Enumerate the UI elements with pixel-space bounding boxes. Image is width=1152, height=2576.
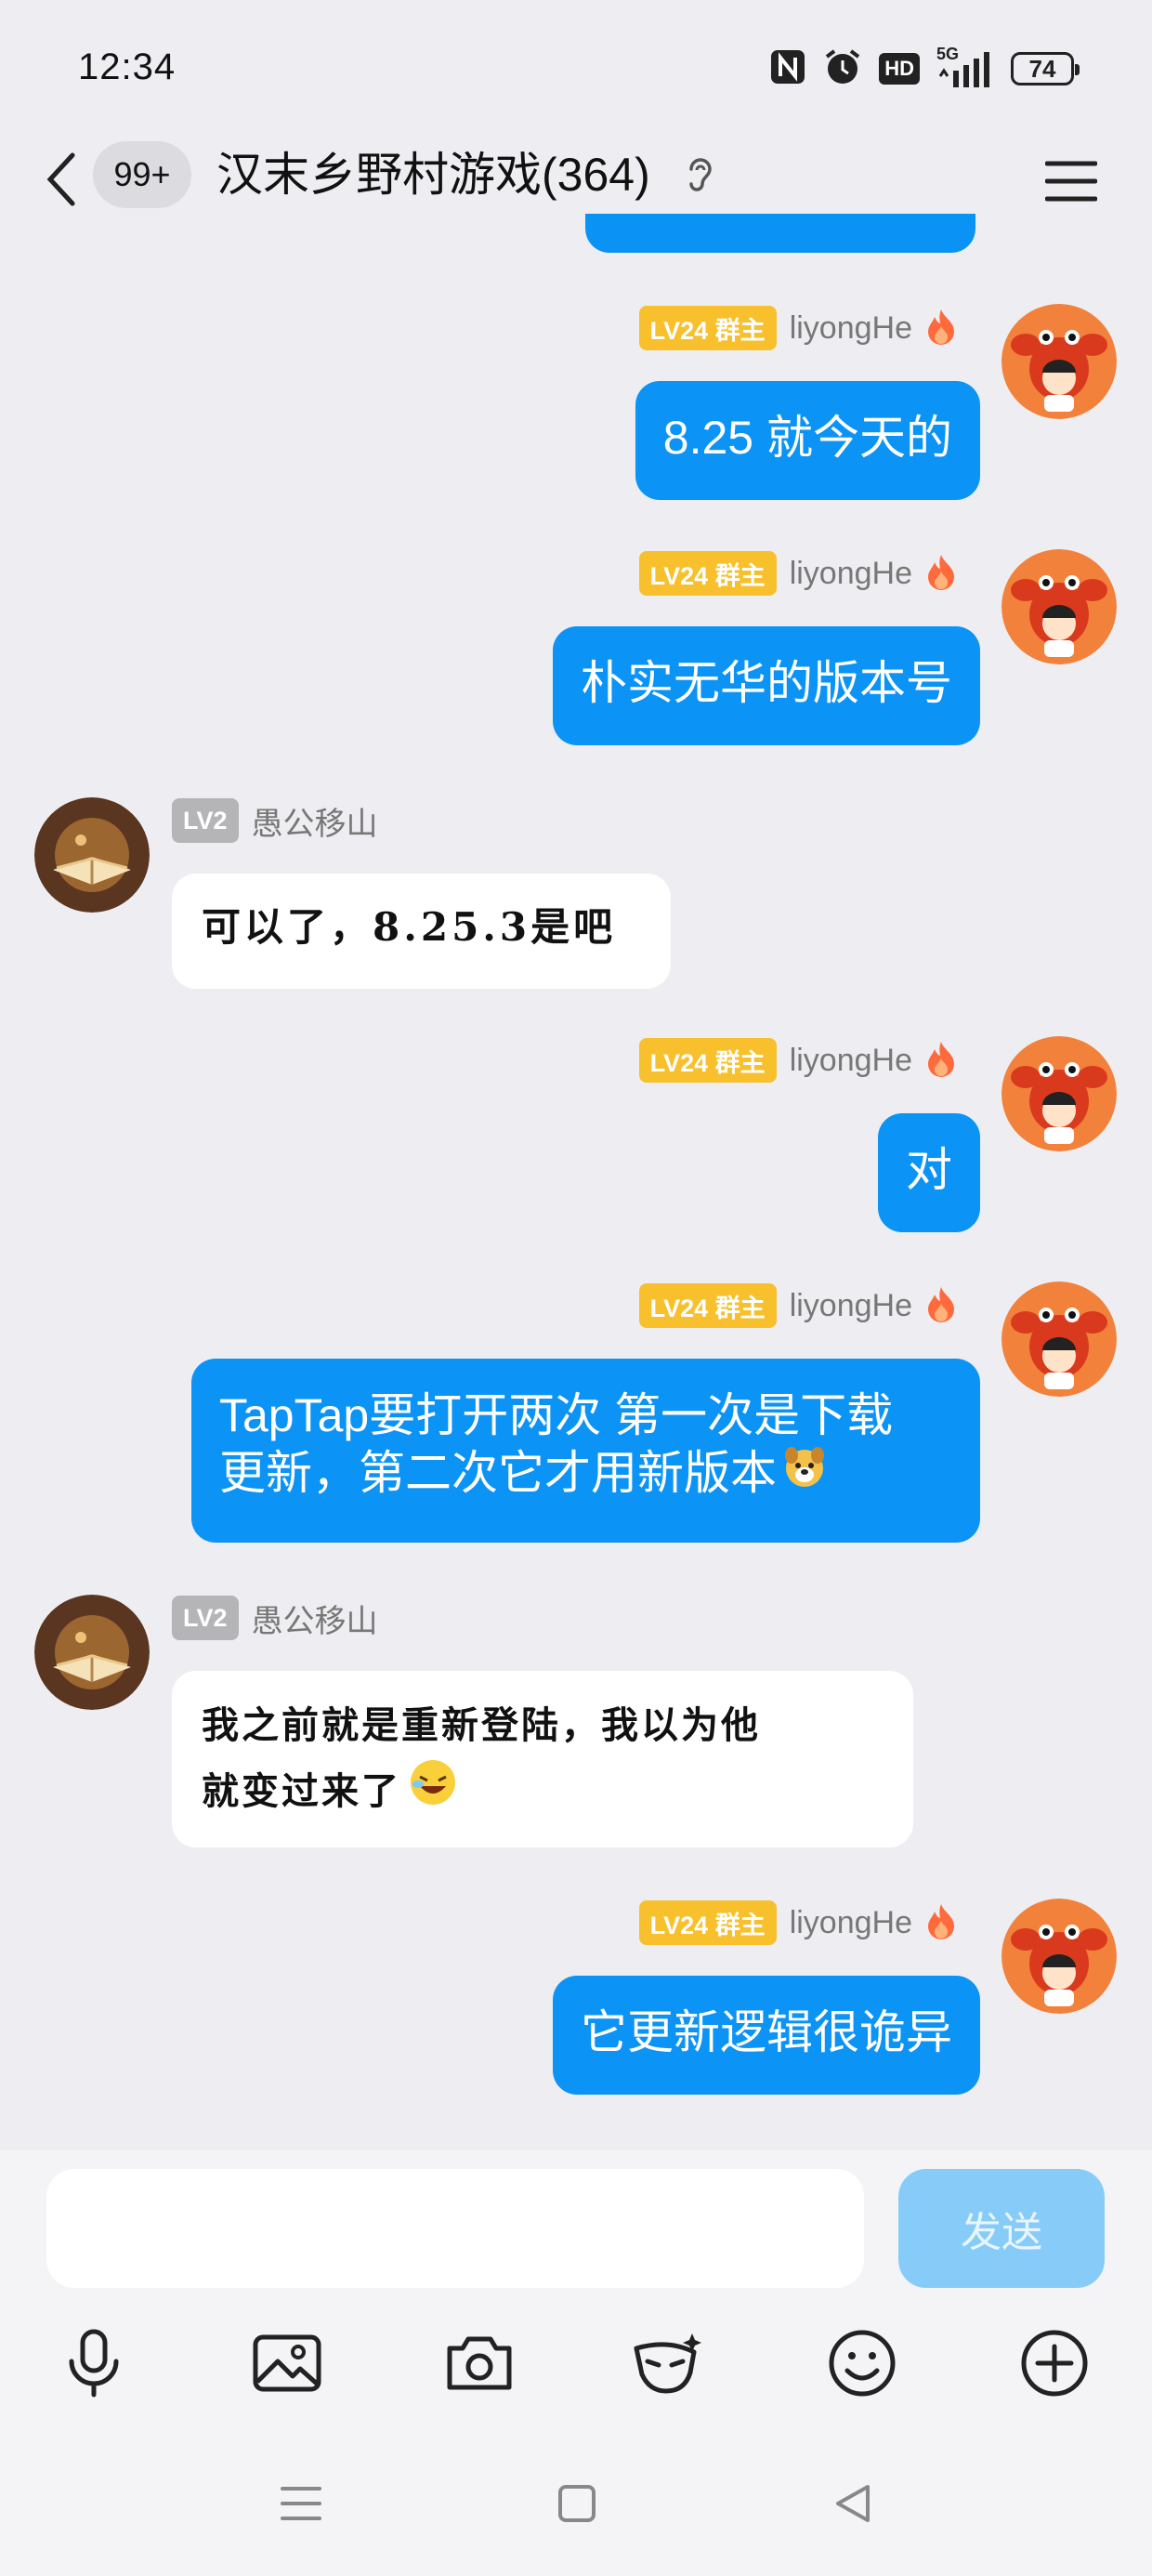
message-line: TapTap要打开两次 第一次是下载 [219, 1389, 894, 1441]
battery-level: 74 [1028, 54, 1056, 83]
alarm-icon [823, 47, 862, 91]
sender-name[interactable]: 愚公移山 [252, 798, 378, 844]
camera-icon[interactable] [438, 2321, 521, 2405]
menu-lines-icon[interactable] [273, 2476, 329, 2531]
network-label: 5G [936, 45, 960, 63]
message-meta: LV24 群主 liyongHe [638, 550, 957, 597]
home-square-icon[interactable] [549, 2476, 605, 2531]
message-bubble[interactable]: 它更新逻辑很诡异 [553, 1976, 980, 2095]
ear-icon[interactable] [686, 154, 713, 200]
message-meta: LV24 群主 liyongHe [638, 1899, 957, 1946]
avatar[interactable] [1001, 549, 1117, 664]
message-line: 就变过来了 [202, 1769, 401, 1813]
message-bubble[interactable]: TapTap要打开两次 第一次是下载 更新，第二次它才用新版本 [191, 1359, 980, 1543]
sender-name[interactable]: 愚公移山 [252, 1596, 378, 1641]
avatar[interactable] [1001, 304, 1117, 419]
message-line: 我之前就是重新登陆，我以为他 [202, 1703, 761, 1747]
microphone-icon[interactable] [52, 2321, 136, 2405]
message-input[interactable] [46, 2169, 864, 2288]
back-triangle-icon[interactable] [825, 2476, 881, 2531]
level-badge: LV24 群主 [638, 551, 777, 596]
battery-indicator: 74 [1011, 52, 1080, 85]
image-icon[interactable] [245, 2321, 329, 2405]
message-bubble[interactable]: 朴实无华的版本号 [553, 626, 980, 745]
emoji-icon[interactable] [820, 2321, 904, 2405]
level-badge: LV2 [172, 1596, 239, 1640]
unread-count-badge[interactable]: 99+ [93, 141, 191, 208]
dog-emoji-icon [782, 1444, 827, 1502]
level-badge: LV24 群主 [638, 1283, 777, 1328]
sender-name[interactable]: liyongHe [790, 556, 912, 592]
plus-icon[interactable] [1013, 2321, 1096, 2405]
chat-title[interactable]: 汉末乡野村游戏(364) [216, 147, 650, 203]
laughing-emoji-icon [407, 1756, 459, 1827]
mask-icon[interactable] [626, 2321, 710, 2405]
message-meta: LV2 愚公移山 [172, 1595, 378, 1641]
nfc-icon [769, 48, 806, 90]
menu-icon[interactable] [1039, 149, 1104, 214]
message-line: 更新，第二次它才用新版本 [219, 1447, 777, 1499]
message-meta: LV24 群主 liyongHe [638, 1282, 957, 1329]
fire-icon [925, 1902, 957, 1944]
back-chevron-icon[interactable] [37, 147, 84, 212]
avatar[interactable] [34, 1595, 150, 1710]
message-meta: LV24 群主 liyongHe [638, 1037, 957, 1084]
sender-name[interactable]: liyongHe [790, 310, 912, 347]
status-time: 12:34 [78, 46, 177, 87]
fire-icon [925, 553, 957, 595]
avatar[interactable] [1001, 1281, 1117, 1397]
level-badge: LV24 群主 [638, 306, 777, 350]
hd-icon: HD [879, 53, 920, 85]
message-bubble[interactable]: 可以了，8.25.3是吧 [172, 874, 671, 989]
message-meta: LV24 群主 liyongHe [638, 305, 957, 351]
avatar[interactable] [1001, 1899, 1117, 2014]
fire-icon [925, 1040, 957, 1082]
sender-name[interactable]: liyongHe [790, 1288, 912, 1324]
message-bubble[interactable]: 8.25 就今天的 [635, 381, 980, 500]
level-badge: LV2 [172, 798, 239, 843]
fire-icon [925, 308, 957, 349]
message-bubble[interactable]: 对 [878, 1113, 980, 1232]
status-icons: HD 5G 74 [769, 43, 1080, 95]
avatar[interactable] [34, 797, 150, 913]
level-badge: LV24 群主 [638, 1900, 777, 1945]
avatar[interactable] [1001, 1036, 1117, 1151]
signal-5g-icon: 5G [936, 45, 994, 87]
message-bubble[interactable]: 我之前就是重新登陆，我以为他 就变过来了 [172, 1671, 913, 1847]
status-bar: 12:34 HD 5G 74 [0, 0, 1152, 138]
message-meta: LV2 愚公移山 [172, 797, 378, 844]
fire-icon [925, 1285, 957, 1327]
level-badge: LV24 群主 [638, 1038, 777, 1083]
send-button[interactable]: 发送 [898, 2169, 1105, 2288]
sender-name[interactable]: liyongHe [790, 1905, 912, 1941]
sender-name[interactable]: liyongHe [790, 1043, 912, 1079]
